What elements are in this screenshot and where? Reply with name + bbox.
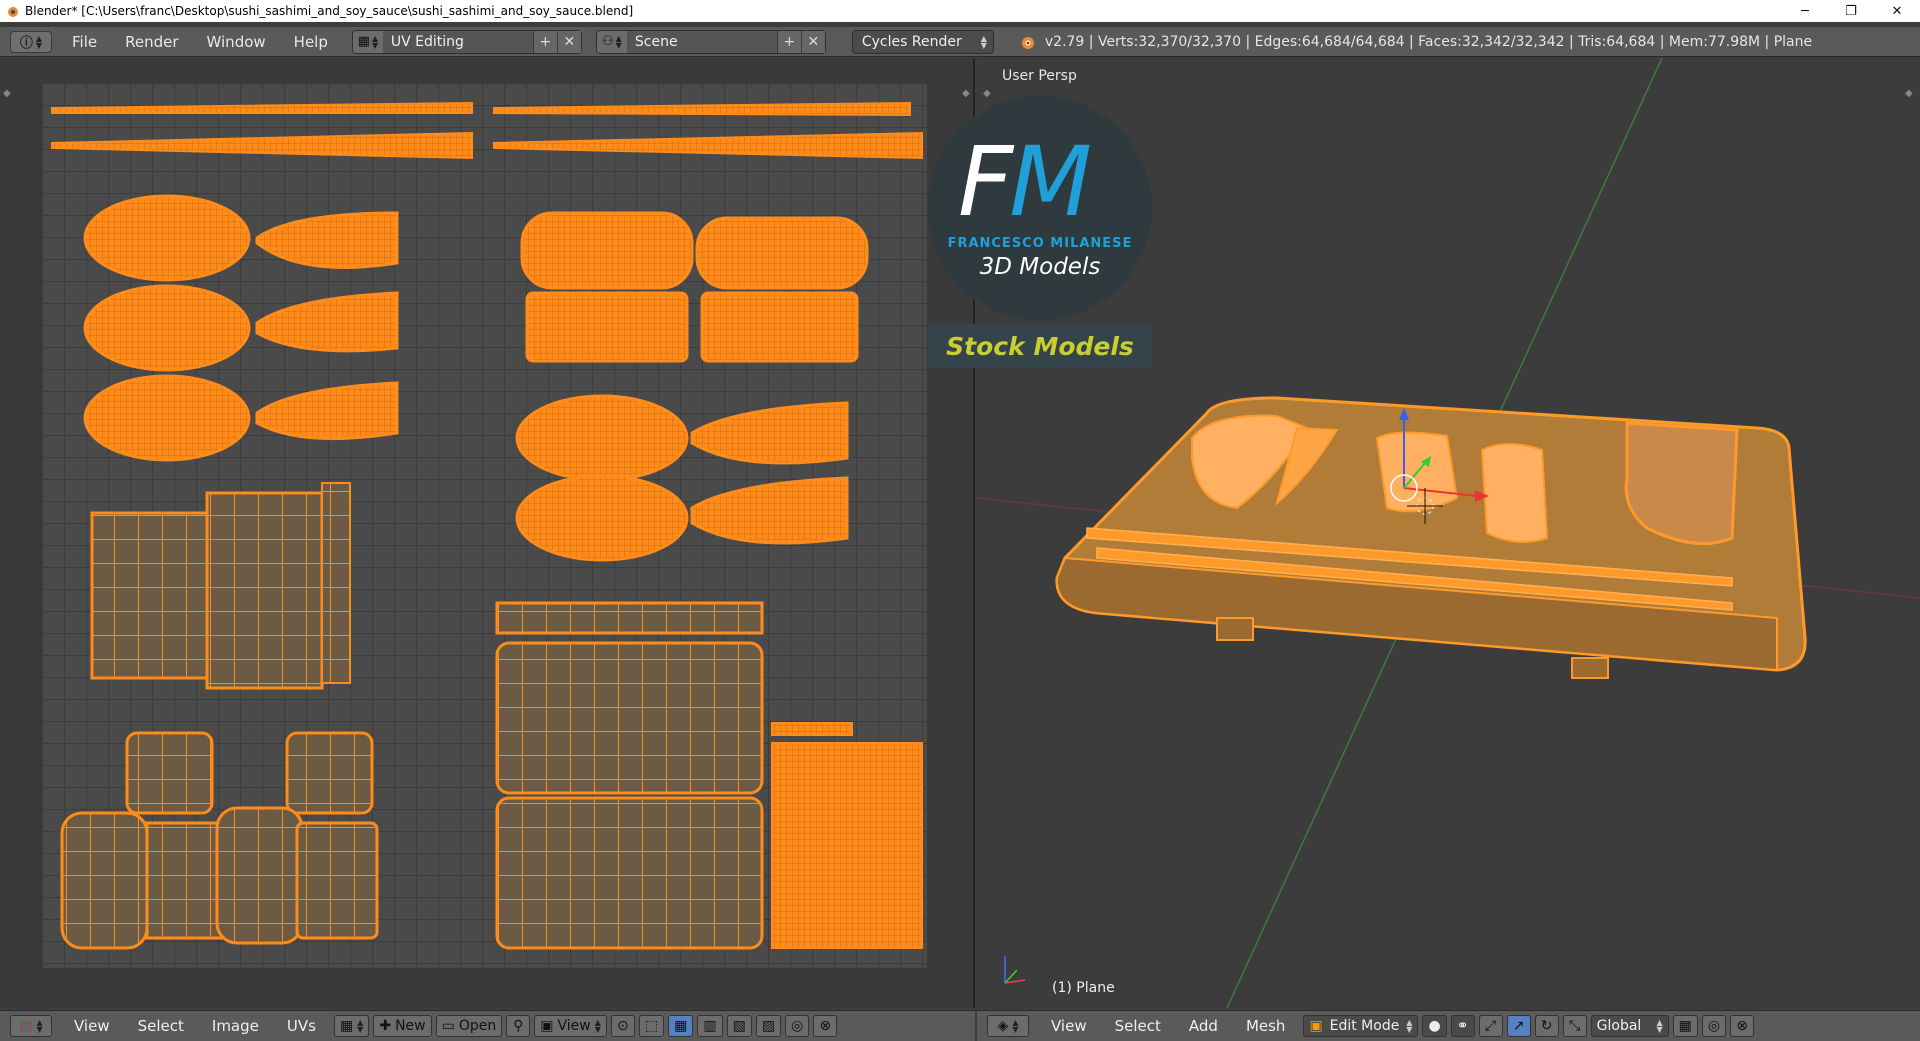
vertex-select-icon[interactable]: ▦ bbox=[668, 1015, 694, 1037]
viewport-shading-icon[interactable]: ● bbox=[1422, 1015, 1447, 1037]
translate-manipulator-icon[interactable]: ↗ bbox=[1506, 1015, 1531, 1037]
new-image-button[interactable]: ✚ New bbox=[373, 1015, 432, 1037]
3d-view-icon: ◈ bbox=[997, 1018, 1009, 1034]
editor-type-selector[interactable]: ⓘ ▲ ▼ bbox=[10, 30, 52, 53]
logo-monogram: FM bbox=[958, 126, 1092, 238]
remove-layout-icon[interactable]: ✕ bbox=[556, 30, 581, 53]
layout-grid-icon: ▦ ▲ ▼ bbox=[352, 30, 383, 53]
uv-menu-view[interactable]: View bbox=[60, 1017, 124, 1035]
logo-brand-name: FRANCESCO MILANESE bbox=[947, 236, 1133, 251]
region-expand-icon[interactable]: ◆ bbox=[962, 88, 970, 99]
watermark-logo: FM FRANCESCO MILANESE 3D Models bbox=[928, 96, 1152, 320]
uv-island-sashimi-left bbox=[83, 194, 399, 462]
plus-icon: ✚ bbox=[379, 1018, 392, 1034]
uv-menu-select[interactable]: Select bbox=[124, 1017, 198, 1035]
edit-mode-icon: ▣ bbox=[1309, 1018, 1323, 1034]
uv-island-rice bbox=[520, 211, 869, 363]
proportional-edit-icon[interactable]: ◎ bbox=[1701, 1015, 1727, 1037]
image-browse-button[interactable]: ▦ ▲ ▼ bbox=[333, 1015, 370, 1037]
snap-icon[interactable]: ⊗ bbox=[1730, 1015, 1755, 1037]
blender-logo-icon bbox=[1021, 36, 1034, 49]
vp-menu-view[interactable]: View bbox=[1037, 1017, 1101, 1035]
uv-canvas[interactable] bbox=[42, 83, 927, 968]
scale-manipulator-icon[interactable]: ⤡ bbox=[1562, 1015, 1587, 1037]
uv-island-soy-dish bbox=[90, 482, 351, 690]
maximize-button[interactable]: ❐ bbox=[1828, 0, 1874, 22]
menu-help[interactable]: Help bbox=[280, 27, 342, 57]
info-icon: ⓘ bbox=[19, 36, 33, 51]
stock-models-banner: Stock Models bbox=[928, 324, 1152, 368]
uv-editor-header: ▤ ▲ ▼ View Select Image UVs ▦ ▲ ▼ ✚ New ▭ Open… bbox=[0, 1010, 975, 1041]
stats-text: v2.79 | Verts:32,370/32,370 | Edges:64,6… bbox=[1044, 33, 1813, 50]
axis-orientation-widget bbox=[1004, 956, 1026, 984]
scene-stats: v2.79 | Verts:32,370/32,370 | Edges:64,6… bbox=[1018, 33, 1812, 51]
face-select-icon[interactable]: ▧ bbox=[726, 1015, 752, 1037]
pin-icon[interactable]: ⚲ bbox=[506, 1015, 531, 1037]
window-titlebar: Blender* [C:\Users\franc\Desktop\sushi_s… bbox=[0, 0, 1920, 22]
add-scene-icon[interactable]: + bbox=[776, 30, 801, 53]
uv-menu-image[interactable]: Image bbox=[198, 1017, 273, 1035]
window-title: Blender* [C:\Users\franc\Desktop\sushi_s… bbox=[25, 4, 634, 18]
menu-render[interactable]: Render bbox=[111, 27, 192, 57]
menu-window[interactable]: Window bbox=[193, 27, 280, 57]
minimize-button[interactable]: ─ bbox=[1782, 0, 1828, 22]
logo-subtitle: 3D Models bbox=[979, 254, 1101, 280]
image-editor-icon: ▤ bbox=[19, 1018, 33, 1034]
uv-island-bowl bbox=[60, 731, 379, 950]
view-mode-dropdown[interactable]: ▣ View ▲ ▼ bbox=[534, 1015, 607, 1037]
updown-arrows-icon: ▲ ▼ bbox=[980, 33, 987, 50]
mode-label: Edit Mode bbox=[1329, 1018, 1400, 1034]
viewport-header: ◈ ▲ ▼ View Select Add Mesh ▣ Edit Mode ▲ ▼ ● … bbox=[977, 1010, 1920, 1041]
island-select-icon[interactable]: ▨ bbox=[755, 1015, 782, 1037]
orientation-dropdown[interactable]: Global ▲ ▼ bbox=[1590, 1015, 1669, 1037]
active-object-label: (1) Plane bbox=[1052, 980, 1115, 996]
sticky-selection-icon[interactable]: ⬚ bbox=[638, 1015, 665, 1037]
snap-icon[interactable]: ⊗ bbox=[813, 1015, 838, 1037]
screen-layout-selector[interactable]: ▦ ▲ ▼ UV Editing + ✕ bbox=[351, 29, 582, 54]
view-mode-icon: ▣ bbox=[540, 1018, 554, 1034]
uv-menu-uvs[interactable]: UVs bbox=[273, 1017, 330, 1035]
add-layout-icon[interactable]: + bbox=[532, 30, 557, 53]
proportional-edit-icon[interactable]: ◎ bbox=[785, 1015, 810, 1037]
layout-name-field[interactable]: UV Editing bbox=[382, 30, 533, 53]
manipulator-toggle-icon[interactable]: ⤢ bbox=[1478, 1015, 1503, 1037]
uv-island-sashimi-right bbox=[515, 394, 849, 562]
info-header: ⓘ ▲ ▼ File Render Window Help ▦ ▲ ▼ UV Edit… bbox=[0, 27, 1920, 57]
uv-layout bbox=[51, 101, 923, 950]
close-button[interactable]: ✕ bbox=[1874, 0, 1920, 22]
sushi-board-mesh bbox=[1055, 396, 1807, 679]
vp-menu-select[interactable]: Select bbox=[1101, 1017, 1175, 1035]
menu-file[interactable]: File bbox=[58, 27, 111, 57]
open-image-button[interactable]: ▭ Open bbox=[435, 1015, 503, 1037]
updown-arrows-icon: ▲ ▼ bbox=[35, 33, 43, 50]
uv-island-board bbox=[495, 601, 923, 950]
blender-logo-icon bbox=[8, 7, 18, 17]
open-image-label: Open bbox=[458, 1018, 497, 1034]
uv-image-editor[interactable]: ◆ ◆ bbox=[0, 58, 975, 1008]
remove-scene-icon[interactable]: ✕ bbox=[800, 30, 825, 53]
editor-type-selector[interactable]: ◈ ▲ ▼ bbox=[987, 1015, 1029, 1037]
edge-select-icon[interactable]: ▥ bbox=[697, 1015, 723, 1037]
pivot-point-icon[interactable]: ⚭ bbox=[1450, 1015, 1475, 1037]
region-expand-icon[interactable]: ◆ bbox=[3, 88, 11, 99]
render-engine-label: Cycles Render bbox=[861, 33, 962, 50]
scene-selector[interactable]: ⚇ ▲ ▼ Scene + ✕ bbox=[595, 29, 826, 54]
vp-menu-mesh[interactable]: Mesh bbox=[1232, 1017, 1300, 1035]
editor-type-selector[interactable]: ▤ ▲ ▼ bbox=[10, 1015, 52, 1037]
scene-name-field[interactable]: Scene bbox=[626, 30, 777, 53]
layers-icon[interactable]: ▦ bbox=[1672, 1015, 1698, 1037]
uv-island-chopsticks bbox=[51, 101, 923, 160]
vp-menu-add[interactable]: Add bbox=[1175, 1017, 1232, 1035]
orientation-label: Global bbox=[1596, 1018, 1642, 1034]
view-mode-label: View bbox=[557, 1018, 591, 1034]
image-browse-icon: ▦ bbox=[339, 1018, 354, 1034]
new-image-label: New bbox=[395, 1018, 426, 1034]
folder-icon: ▭ bbox=[441, 1018, 455, 1034]
render-engine-dropdown[interactable]: Cycles Render ▲ ▼ bbox=[851, 29, 994, 54]
pivot-icon[interactable]: ⊙ bbox=[610, 1015, 635, 1037]
scene-icon: ⚇ ▲ ▼ bbox=[596, 30, 627, 53]
mode-dropdown[interactable]: ▣ Edit Mode ▲ ▼ bbox=[1303, 1015, 1419, 1037]
rotate-manipulator-icon[interactable]: ↻ bbox=[1534, 1015, 1559, 1037]
